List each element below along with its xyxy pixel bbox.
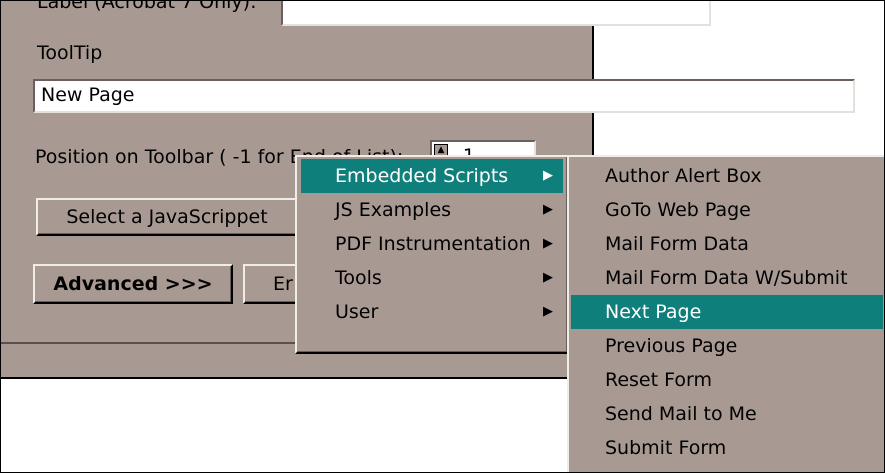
- advanced-button[interactable]: Advanced >>>: [33, 264, 233, 304]
- submenu-item-label: Send Mail to Me: [605, 403, 757, 425]
- menu-item-user[interactable]: User ▶: [301, 295, 563, 329]
- submenu-arrow-icon: ▶: [543, 270, 553, 285]
- submenu-arrow-icon: ▶: [543, 168, 553, 183]
- submenu-item-previous-page[interactable]: Previous Page: [571, 329, 883, 363]
- label-input[interactable]: [281, 0, 711, 26]
- menu-item-label: User: [335, 301, 379, 323]
- submenu-item-reset-form[interactable]: Reset Form: [571, 363, 883, 397]
- submenu-item-label: GoTo Web Page: [605, 199, 751, 221]
- submenu-item-mail-form-data[interactable]: Mail Form Data: [571, 227, 883, 261]
- menu-item-embedded-scripts[interactable]: Embedded Scripts ▶: [301, 159, 563, 193]
- submenu-item-author-alert-box[interactable]: Author Alert Box: [571, 159, 883, 193]
- submenu-item-label: Submit Form: [605, 437, 727, 459]
- submenu-item-mail-form-data-submit[interactable]: Mail Form Data W/Submit: [571, 261, 883, 295]
- menu-item-label: Embedded Scripts: [335, 165, 509, 187]
- submenu-item-label: Author Alert Box: [605, 165, 762, 187]
- menu-item-js-examples[interactable]: JS Examples ▶: [301, 193, 563, 227]
- submenu-item-label: Mail Form Data: [605, 233, 749, 255]
- tooltip-input[interactable]: New Page: [33, 79, 855, 113]
- submenu-item-label: Next Page: [605, 301, 702, 323]
- menu-item-label: Tools: [335, 267, 382, 289]
- context-menu: Embedded Scripts ▶ JS Examples ▶ PDF Ins…: [295, 155, 569, 354]
- submenu-item-next-page[interactable]: Next Page: [571, 295, 883, 329]
- submenu-arrow-icon: ▶: [543, 304, 553, 319]
- menu-item-pdf-instrumentation[interactable]: PDF Instrumentation ▶: [301, 227, 563, 261]
- submenu-item-label: Mail Form Data W/Submit: [605, 267, 848, 289]
- embedded-scripts-submenu: Author Alert Box GoTo Web Page Mail Form…: [567, 155, 885, 473]
- submenu-arrow-icon: ▶: [543, 202, 553, 217]
- submenu-item-label: Previous Page: [605, 335, 738, 357]
- submenu-item-submit-form[interactable]: Submit Form: [571, 431, 883, 465]
- menu-item-label: JS Examples: [335, 199, 452, 221]
- submenu-arrow-icon: ▶: [543, 236, 553, 251]
- submenu-item-send-mail-to-me[interactable]: Send Mail to Me: [571, 397, 883, 431]
- menu-item-tools[interactable]: Tools ▶: [301, 261, 563, 295]
- tooltip-caption: ToolTip: [37, 42, 103, 64]
- menu-item-label: PDF Instrumentation: [335, 233, 531, 255]
- select-javascrippet-button[interactable]: Select a JavaScrippet: [36, 198, 298, 236]
- submenu-item-goto-web-page[interactable]: GoTo Web Page: [571, 193, 883, 227]
- submenu-item-label: Reset Form: [605, 369, 712, 391]
- label-caption: Label (Acrobat 7 Only):: [37, 0, 257, 13]
